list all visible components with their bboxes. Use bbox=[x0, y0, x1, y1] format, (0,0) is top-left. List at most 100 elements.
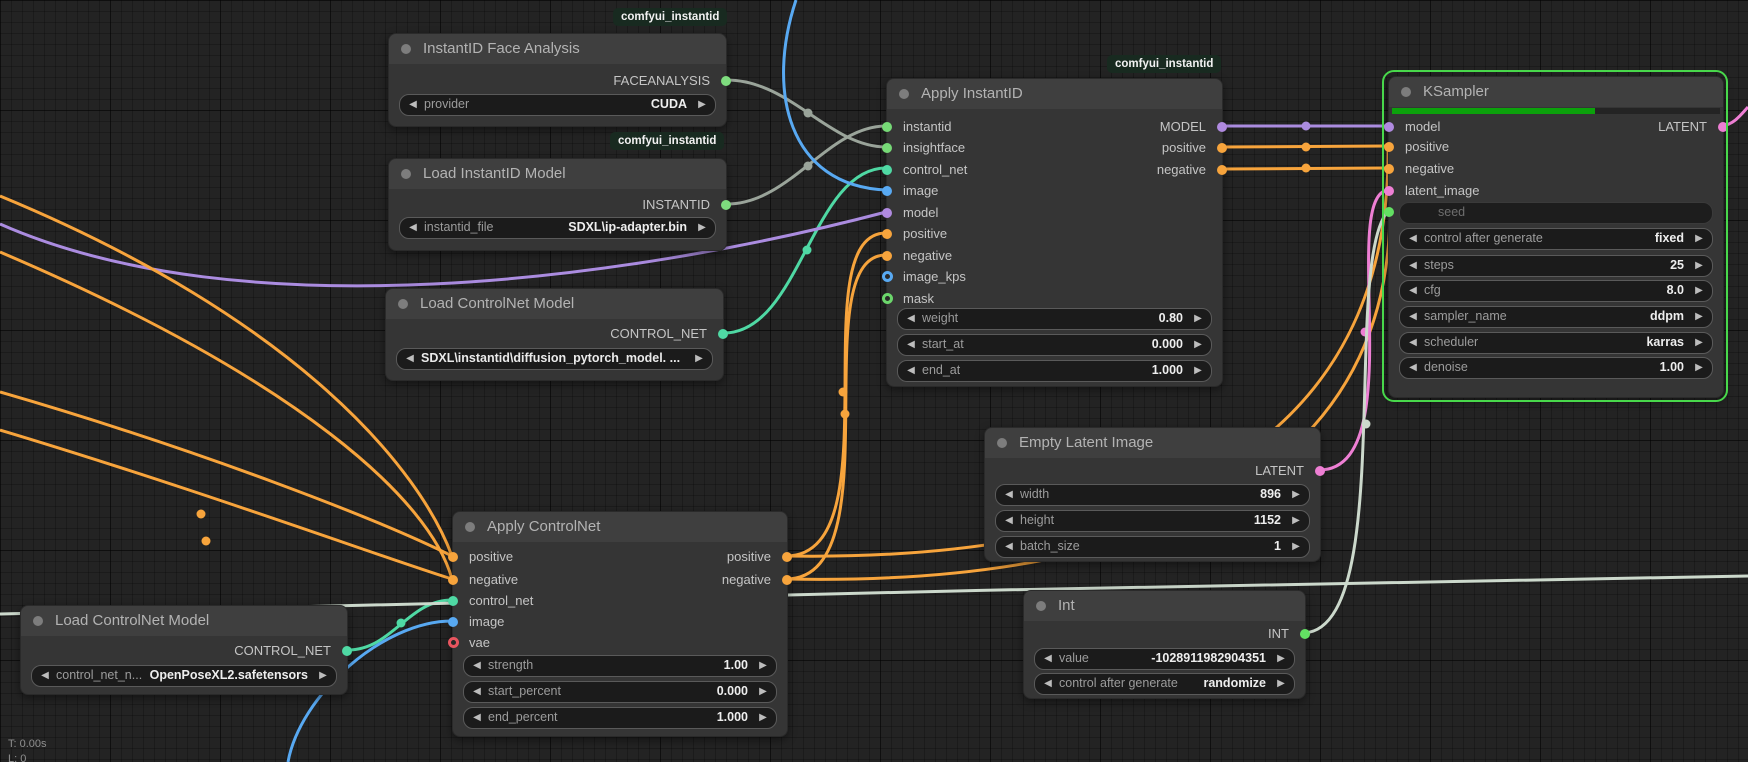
widget-right-arrow-icon[interactable]: ▶ bbox=[1273, 674, 1289, 693]
widget-scheduler[interactable]: ◀schedulerkarras▶ bbox=[1399, 332, 1713, 354]
input-port-positive[interactable] bbox=[882, 229, 892, 239]
node-title[interactable]: Load ControlNet Model bbox=[21, 606, 347, 636]
node-apply-controlnet[interactable]: Apply ControlNetpositivenegativecontrol_… bbox=[452, 511, 788, 737]
node-title[interactable]: Int bbox=[1024, 591, 1305, 621]
output-port-negative[interactable] bbox=[1217, 165, 1227, 175]
widget-batch_size[interactable]: ◀batch_size1▶ bbox=[995, 536, 1310, 558]
input-port-positive[interactable] bbox=[1384, 142, 1394, 152]
widget-right-arrow-icon[interactable]: ▶ bbox=[315, 666, 331, 685]
widget-control-after-generate[interactable]: ◀control after generatefixed▶ bbox=[1399, 228, 1713, 250]
collapse-dot-icon[interactable] bbox=[997, 438, 1007, 448]
widget-left-arrow-icon[interactable]: ◀ bbox=[1040, 674, 1056, 693]
widget-start_percent[interactable]: ◀start_percent0.000▶ bbox=[463, 681, 777, 703]
widget-right-arrow-icon[interactable]: ▶ bbox=[1691, 229, 1707, 248]
widget-left-arrow-icon[interactable]: ◀ bbox=[1405, 229, 1421, 248]
output-port-INT[interactable] bbox=[1300, 629, 1310, 639]
widget-denoise[interactable]: ◀denoise1.00▶ bbox=[1399, 357, 1713, 379]
input-port-latent_image[interactable] bbox=[1384, 186, 1394, 196]
widget-left-arrow-icon[interactable]: ◀ bbox=[1405, 333, 1421, 352]
input-port-image[interactable] bbox=[882, 186, 892, 196]
widget-right-arrow-icon[interactable]: ▶ bbox=[755, 682, 771, 701]
widget-provider[interactable]: ◀providerCUDA▶ bbox=[399, 94, 716, 116]
output-port-negative[interactable] bbox=[782, 575, 792, 585]
input-port-control_net[interactable] bbox=[448, 596, 458, 606]
widget-right-arrow-icon[interactable]: ▶ bbox=[1691, 281, 1707, 300]
collapse-dot-icon[interactable] bbox=[465, 522, 475, 532]
output-port-CONTROL_NET[interactable] bbox=[342, 646, 352, 656]
input-port-seed[interactable] bbox=[1384, 207, 1394, 217]
widget-left-arrow-icon[interactable]: ◀ bbox=[469, 708, 485, 727]
widget-seed[interactable]: seed bbox=[1399, 202, 1713, 224]
node-title[interactable]: InstantID Face Analysis bbox=[389, 34, 726, 64]
collapse-dot-icon[interactable] bbox=[401, 169, 411, 179]
collapse-dot-icon[interactable] bbox=[398, 299, 408, 309]
input-port-model[interactable] bbox=[882, 208, 892, 218]
node-load-controlnet-model-openpose[interactable]: Load ControlNet ModelCONTROL_NET◀control… bbox=[20, 605, 348, 695]
widget-right-arrow-icon[interactable]: ▶ bbox=[1691, 256, 1707, 275]
output-port-CONTROL_NET[interactable] bbox=[718, 329, 728, 339]
output-port-LATENT[interactable] bbox=[1718, 122, 1728, 132]
widget-left-arrow-icon[interactable]: ◀ bbox=[903, 361, 919, 380]
widget-left-arrow-icon[interactable]: ◀ bbox=[469, 656, 485, 675]
widget-sampler_name[interactable]: ◀sampler_nameddpm▶ bbox=[1399, 306, 1713, 328]
input-port-negative[interactable] bbox=[1384, 164, 1394, 174]
widget-left-arrow-icon[interactable]: ◀ bbox=[469, 682, 485, 701]
widget-start_at[interactable]: ◀start_at0.000▶ bbox=[897, 334, 1212, 356]
widget-right-arrow-icon[interactable]: ▶ bbox=[1691, 358, 1707, 377]
collapse-dot-icon[interactable] bbox=[1401, 87, 1411, 97]
collapse-dot-icon[interactable] bbox=[401, 44, 411, 54]
widget-left-arrow-icon[interactable]: ◀ bbox=[1001, 511, 1017, 530]
widget-height[interactable]: ◀height1152▶ bbox=[995, 510, 1310, 532]
widget-right-arrow-icon[interactable]: ▶ bbox=[1691, 333, 1707, 352]
widget-left-arrow-icon[interactable]: ◀ bbox=[1040, 649, 1056, 668]
node-empty-latent-image[interactable]: Empty Latent ImageLATENT◀width896▶◀heigh… bbox=[984, 427, 1321, 562]
widget-left-arrow-icon[interactable]: ◀ bbox=[1001, 537, 1017, 556]
widget-right-arrow-icon[interactable]: ▶ bbox=[691, 349, 707, 368]
output-port-MODEL[interactable] bbox=[1217, 122, 1227, 132]
widget-left-arrow-icon[interactable]: ◀ bbox=[1405, 256, 1421, 275]
collapse-dot-icon[interactable] bbox=[33, 616, 43, 626]
widget-left-arrow-icon[interactable]: ◀ bbox=[1001, 485, 1017, 504]
widget-right-arrow-icon[interactable]: ▶ bbox=[1288, 537, 1304, 556]
widget-left-arrow-icon[interactable]: ◀ bbox=[405, 218, 421, 237]
node-load-controlnet-model-instantid[interactable]: Load ControlNet ModelCONTROL_NET◀SDXL\in… bbox=[385, 288, 724, 381]
node-ksampler[interactable]: KSamplermodelpositivenegativelatent_imag… bbox=[1388, 76, 1724, 398]
widget-right-arrow-icon[interactable]: ▶ bbox=[755, 656, 771, 675]
input-port-image_kps[interactable] bbox=[882, 271, 893, 282]
widget-right-arrow-icon[interactable]: ▶ bbox=[1691, 307, 1707, 326]
node-instantid-face-analysis[interactable]: InstantID Face AnalysisFACEANALYSIS◀prov… bbox=[388, 33, 727, 127]
node-load-instantid-model[interactable]: Load InstantID ModelINSTANTID◀instantid_… bbox=[388, 158, 727, 251]
widget-end_at[interactable]: ◀end_at1.000▶ bbox=[897, 360, 1212, 382]
widget-left-arrow-icon[interactable]: ◀ bbox=[903, 309, 919, 328]
widget-right-arrow-icon[interactable]: ▶ bbox=[1190, 335, 1206, 354]
input-port-vae[interactable] bbox=[448, 637, 459, 648]
widget-right-arrow-icon[interactable]: ▶ bbox=[1190, 309, 1206, 328]
widget-cfg[interactable]: ◀cfg8.0▶ bbox=[1399, 280, 1713, 302]
node-apply-instantid[interactable]: Apply InstantIDinstantidinsightfacecontr… bbox=[886, 78, 1223, 387]
widget-value[interactable]: ◀value-1028911982904351▶ bbox=[1034, 648, 1295, 670]
widget-right-arrow-icon[interactable]: ▶ bbox=[755, 708, 771, 727]
node-graph-canvas[interactable]: T: 0.00s L: 0 InstantID Face AnalysisFAC… bbox=[0, 0, 1748, 762]
widget-weight[interactable]: ◀weight0.80▶ bbox=[897, 308, 1212, 330]
widget-left-arrow-icon[interactable]: ◀ bbox=[903, 335, 919, 354]
node-title[interactable]: Apply ControlNet bbox=[453, 512, 787, 542]
widget-left-arrow-icon[interactable]: ◀ bbox=[1405, 281, 1421, 300]
widget-right-arrow-icon[interactable]: ▶ bbox=[1273, 649, 1289, 668]
widget-left-arrow-icon[interactable]: ◀ bbox=[1405, 358, 1421, 377]
widget-end_percent[interactable]: ◀end_percent1.000▶ bbox=[463, 707, 777, 729]
node-int[interactable]: IntINT◀value-1028911982904351▶◀control a… bbox=[1023, 590, 1306, 699]
widget-width[interactable]: ◀width896▶ bbox=[995, 484, 1310, 506]
widget-right-arrow-icon[interactable]: ▶ bbox=[1288, 511, 1304, 530]
widget-control-after-generate[interactable]: ◀control after generaterandomize▶ bbox=[1034, 673, 1295, 695]
widget-left-arrow-icon[interactable]: ◀ bbox=[37, 666, 53, 685]
node-title[interactable]: Load InstantID Model bbox=[389, 159, 726, 189]
output-port-INSTANTID[interactable] bbox=[721, 200, 731, 210]
node-title[interactable]: Apply InstantID bbox=[887, 79, 1222, 109]
output-port-positive[interactable] bbox=[782, 552, 792, 562]
widget-right-arrow-icon[interactable]: ▶ bbox=[1288, 485, 1304, 504]
node-title[interactable]: KSampler bbox=[1389, 77, 1723, 107]
output-port-FACEANALYSIS[interactable] bbox=[721, 76, 731, 86]
widget-left-arrow-icon[interactable]: ◀ bbox=[402, 349, 418, 368]
node-title[interactable]: Load ControlNet Model bbox=[386, 289, 723, 319]
node-title[interactable]: Empty Latent Image bbox=[985, 428, 1320, 458]
